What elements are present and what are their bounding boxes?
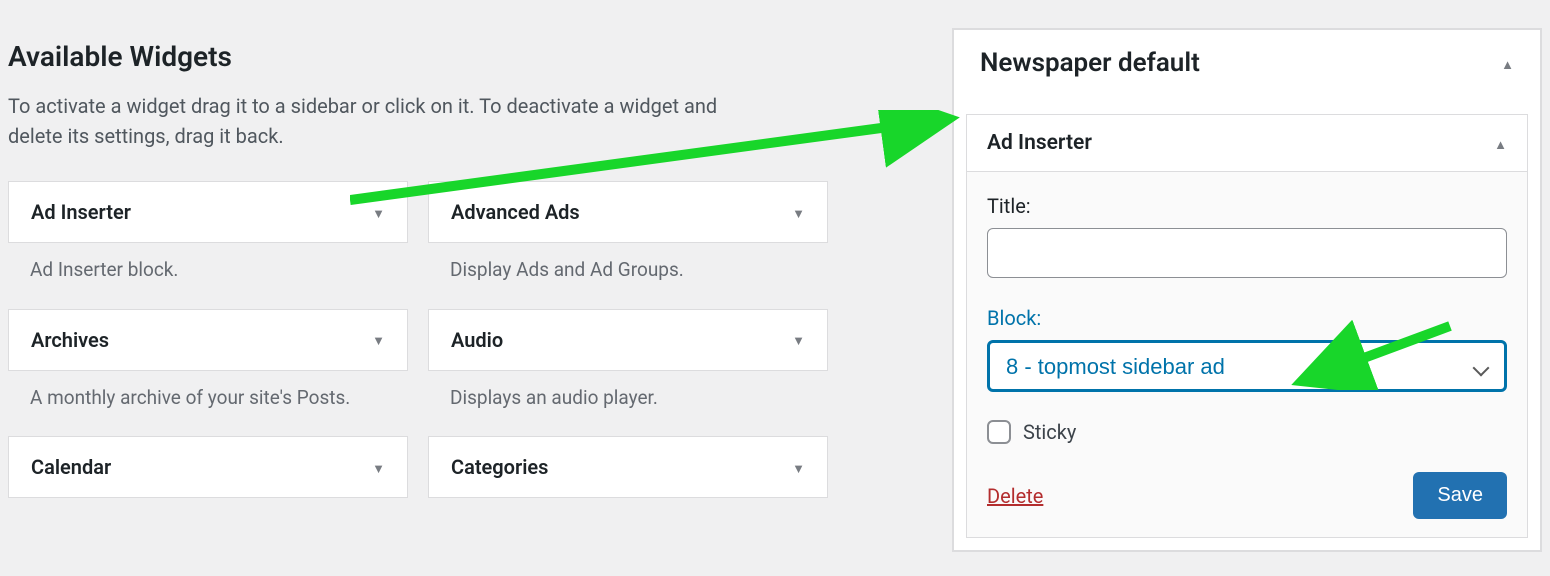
sticky-label: Sticky [1023,420,1076,444]
delete-link[interactable]: Delete [987,484,1043,508]
title-label: Title: [987,194,1507,218]
widget-label: Ad Inserter [31,200,131,224]
widget-archives[interactable]: Archives [8,309,408,371]
widget-ad-inserter[interactable]: Ad Inserter [8,181,408,243]
widget-desc: Displays an audio player. [428,371,828,432]
sidebar-widget-title: Ad Inserter [987,131,1092,155]
widget-label: Categories [451,455,548,479]
sticky-checkbox[interactable] [987,420,1011,444]
widget-label: Archives [31,328,109,352]
widget-audio[interactable]: Audio [428,309,828,371]
chevron-up-icon [1494,134,1507,153]
available-widgets-title: Available Widgets [8,40,848,73]
widget-label: Audio [451,328,503,352]
sidebar-widget-ad-inserter: Ad Inserter Title: Block: 8 - topmost si… [966,114,1528,538]
widget-desc: A monthly archive of your site's Posts. [8,371,408,432]
sidebar-title: Newspaper default [980,48,1200,78]
widget-desc: Display Ads and Ad Groups. [428,243,828,304]
sidebar-widget-header[interactable]: Ad Inserter [967,115,1527,172]
available-widgets-desc: To activate a widget drag it to a sideba… [8,91,728,151]
widget-desc: Ad Inserter block. [8,243,408,304]
widget-calendar[interactable]: Calendar [8,436,408,498]
chevron-down-icon [372,330,385,349]
sidebar-panel: Newspaper default Ad Inserter Title: Blo… [952,28,1542,552]
widget-categories[interactable]: Categories [428,436,828,498]
chevron-down-icon [372,203,385,222]
block-select[interactable]: 8 - topmost sidebar ad [987,340,1507,392]
widget-label: Advanced Ads [451,200,580,224]
title-input[interactable] [987,228,1507,278]
chevron-up-icon [1501,54,1514,73]
chevron-down-icon [792,203,805,222]
chevron-down-icon [792,458,805,477]
chevron-down-icon [792,330,805,349]
block-label: Block: [987,306,1507,330]
sidebar-header[interactable]: Newspaper default [954,30,1540,96]
chevron-down-icon [372,458,385,477]
widget-advanced-ads[interactable]: Advanced Ads [428,181,828,243]
widget-label: Calendar [31,455,111,479]
save-button[interactable]: Save [1413,472,1507,519]
